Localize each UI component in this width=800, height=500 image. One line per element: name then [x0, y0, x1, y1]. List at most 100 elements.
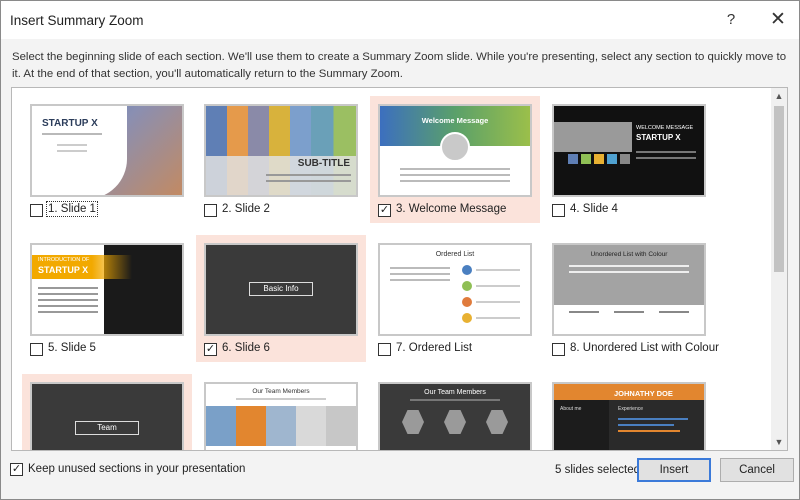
member-photo: [326, 406, 356, 446]
slide-12-sub-2: Experience: [618, 406, 644, 412]
summary-zoom-dialog: Insert Summary Zoom ? ✕ Select the begin…: [0, 0, 800, 500]
slide-cell-3[interactable]: Welcome Message ✓ 3. Welcome Message: [370, 96, 540, 223]
date-line: [57, 150, 87, 152]
slide-cell-1[interactable]: STARTUP X 1. Slide 1: [22, 96, 192, 223]
dialog-title: Insert Summary Zoom: [10, 13, 144, 28]
slide-4-label[interactable]: 4. Slide 4: [570, 203, 618, 215]
text-line: [390, 267, 450, 269]
slide-4-title-1: WELCOME MESSAGE: [636, 125, 694, 131]
slide-5-label[interactable]: 5. Slide 5: [48, 342, 96, 354]
slide-6-checkbox[interactable]: ✓: [204, 343, 217, 356]
insert-button[interactable]: Insert: [637, 458, 711, 482]
slide-cell-9[interactable]: Team: [22, 374, 192, 450]
title-bar: Insert Summary Zoom ? ✕: [1, 1, 799, 39]
slide-cell-6[interactable]: Basic Info ✓ 6. Slide 6: [196, 235, 366, 362]
slide-thumbnail-7[interactable]: Ordered List: [378, 243, 532, 336]
slide-thumbnail-4[interactable]: WELCOME MESSAGE STARTUP X: [552, 104, 706, 197]
list-bullet: [462, 281, 472, 291]
slide-3-label[interactable]: 3. Welcome Message: [396, 203, 506, 215]
slide-thumbnail-11[interactable]: Our Team Members: [378, 382, 532, 450]
slide-2-checkbox[interactable]: [204, 204, 217, 217]
color-swatch: [594, 154, 604, 164]
subtitle-line: [42, 133, 102, 135]
slide-6-label[interactable]: 6. Slide 6: [222, 342, 270, 354]
slide-1-label[interactable]: 1. Slide 1: [46, 201, 98, 217]
slide-cell-7[interactable]: Ordered List 7. Ordered List: [370, 235, 540, 362]
slide-1-checkbox[interactable]: [30, 204, 43, 217]
text-line: [636, 151, 696, 153]
slide-thumbnail-2[interactable]: SUB-TITLE: [204, 104, 358, 197]
slide-3-checkbox[interactable]: ✓: [378, 204, 391, 217]
slide-cell-8[interactable]: Unordered List with Colour 8. Unordered …: [544, 235, 719, 362]
help-button[interactable]: ?: [719, 9, 743, 31]
color-swatch: [607, 154, 617, 164]
text-line: [38, 299, 98, 301]
slide-6-box: Basic Info: [249, 282, 313, 296]
hexagon-photo: [402, 410, 424, 434]
slide-thumbnail-3[interactable]: Welcome Message: [378, 104, 532, 197]
text-line: [390, 273, 450, 275]
slide-thumbnail-9[interactable]: Team: [30, 382, 184, 450]
hexagon-photo: [444, 410, 466, 434]
scroll-thumb[interactable]: [774, 106, 784, 272]
keep-unused-checkbox[interactable]: ✓: [10, 463, 23, 476]
color-swatch: [620, 154, 630, 164]
cancel-button[interactable]: Cancel: [720, 458, 794, 482]
slide-3-title: Welcome Message: [421, 116, 489, 125]
progress-bar: [618, 424, 674, 426]
slide-7-label[interactable]: 7. Ordered List: [396, 342, 472, 354]
close-button[interactable]: ✕: [766, 9, 790, 31]
vertical-scrollbar[interactable]: ▲ ▼: [771, 88, 787, 450]
slide-thumbnail-5[interactable]: INTRODUCTION OF STARTUP X: [30, 243, 184, 336]
slide-5-checkbox[interactable]: [30, 343, 43, 356]
keep-unused-label[interactable]: Keep unused sections in your presentatio…: [28, 463, 245, 475]
slide-cell-10[interactable]: Our Team Members: [196, 374, 366, 450]
progress-bar: [618, 430, 680, 432]
slide-thumbnail-12[interactable]: JOHNATHY DOE About me Experience: [552, 382, 706, 450]
image-panel: [554, 122, 632, 152]
scroll-down-icon[interactable]: ▼: [771, 437, 787, 447]
slide-2-label[interactable]: 2. Slide 2: [222, 203, 270, 215]
slide-thumbnail-6[interactable]: Basic Info: [204, 243, 358, 336]
slide-cell-4[interactable]: WELCOME MESSAGE STARTUP X 4. Slide 4: [544, 96, 714, 223]
text-line: [569, 271, 689, 273]
slide-cell-11[interactable]: Our Team Members: [370, 374, 540, 450]
slide-11-title: Our Team Members: [424, 389, 486, 396]
slide-8-label[interactable]: 8. Unordered List with Colour: [570, 342, 719, 354]
text-line: [38, 305, 98, 307]
slide-cell-2[interactable]: SUB-TITLE 2. Slide 2: [196, 96, 366, 223]
slide-10-title: Our Team Members: [252, 388, 310, 395]
slide-4-title-2: STARTUP X: [636, 133, 681, 142]
text-line: [266, 180, 351, 182]
text-line: [476, 285, 520, 287]
text-line: [400, 168, 510, 170]
slide-7-checkbox[interactable]: [378, 343, 391, 356]
text-line: [236, 398, 326, 400]
text-line: [266, 174, 351, 176]
text-line: [400, 180, 510, 182]
text-line: [569, 265, 689, 267]
selected-count: 5 slides selected: [555, 464, 641, 476]
slide-12-sub-1: About me: [560, 406, 582, 412]
text-line: [410, 399, 500, 401]
slide-8-checkbox[interactable]: [552, 343, 565, 356]
text-line: [636, 157, 696, 159]
text-line: [659, 311, 689, 313]
color-swatch: [568, 154, 578, 164]
slide-cell-12[interactable]: JOHNATHY DOE About me Experience: [544, 374, 714, 450]
text-line: [390, 279, 450, 281]
slide-2-subtitle: SUB-TITLE: [297, 158, 350, 169]
slide-5-title-1: INTRODUCTION OF: [38, 257, 90, 263]
photo-circle: [440, 132, 470, 162]
text-line: [38, 293, 98, 295]
slide-thumbnail-10[interactable]: Our Team Members: [204, 382, 358, 450]
slide-grid[interactable]: STARTUP X 1. Slide 1 SUB-TITLE 2. Slide …: [11, 87, 788, 451]
slide-thumbnail-1[interactable]: STARTUP X: [30, 104, 184, 197]
slide-1-title: STARTUP X: [42, 118, 98, 129]
slide-4-checkbox[interactable]: [552, 204, 565, 217]
scroll-up-icon[interactable]: ▲: [771, 91, 787, 101]
slide-5-title-2: STARTUP X: [38, 265, 89, 275]
slide-thumbnail-8[interactable]: Unordered List with Colour: [552, 243, 706, 336]
slide-cell-5[interactable]: INTRODUCTION OF STARTUP X 5. Slide 5: [22, 235, 192, 362]
list-bullet: [462, 297, 472, 307]
